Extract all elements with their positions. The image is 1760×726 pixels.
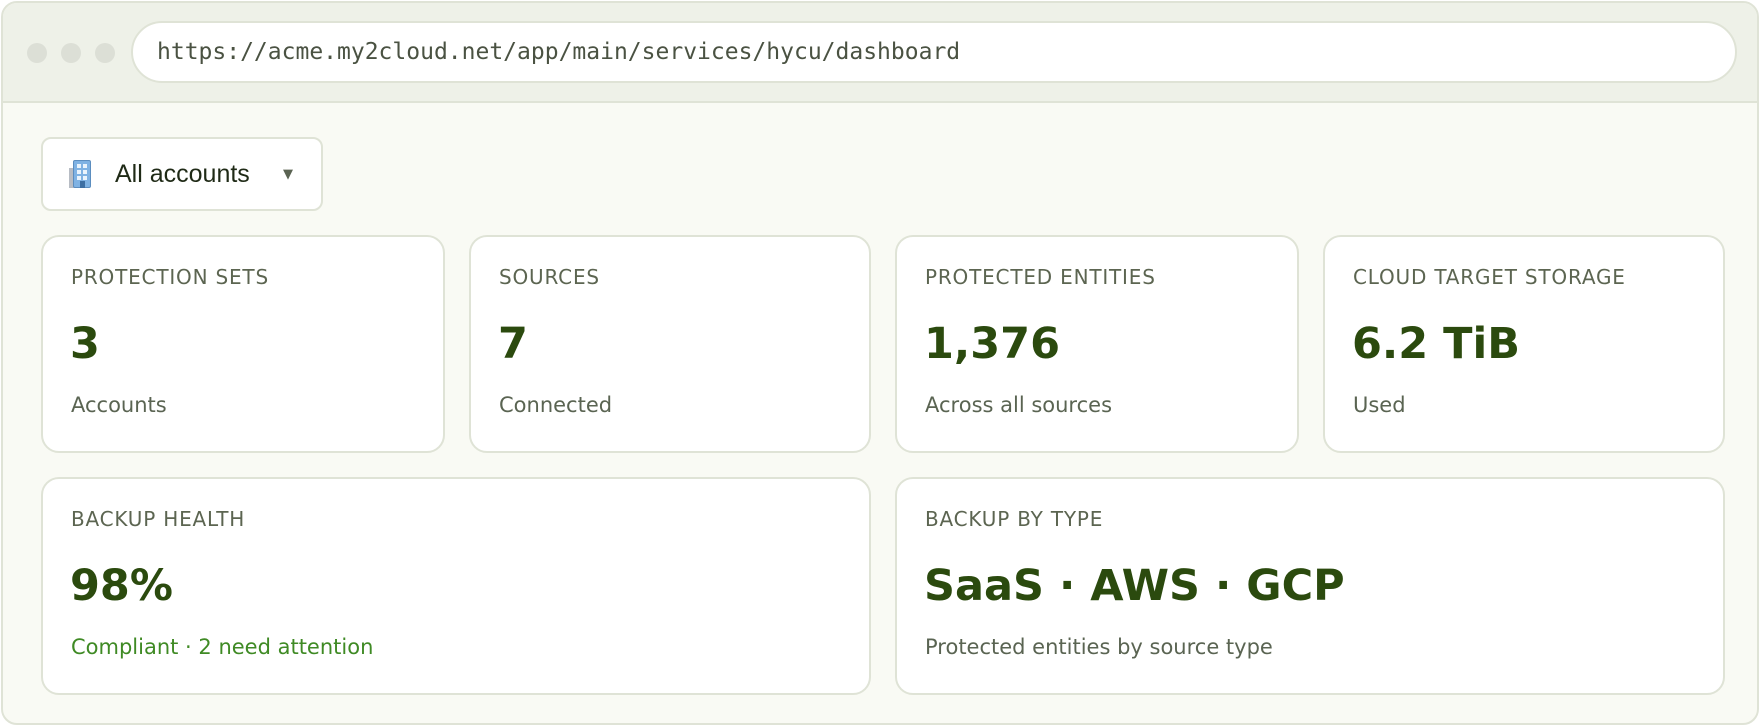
backup-health-card: BACKUP HEALTH 98% Compliant · 2 need att…	[41, 477, 871, 695]
backup-by-type-card: BACKUP BY TYPE SaaS · AWS · GCP Protecte…	[895, 477, 1725, 695]
card-label: CLOUD TARGET STORAGE	[1353, 265, 1626, 289]
card-subtext: Accounts	[71, 393, 167, 417]
card-label: BACKUP BY TYPE	[925, 507, 1104, 531]
health-status-text: Compliant · 2 need attention	[71, 635, 374, 659]
address-bar[interactable]: https://acme.my2cloud.net/app/main/servi…	[131, 21, 1737, 83]
cloud-target-storage-card: CLOUD TARGET STORAGE 6.2 TiB Used	[1323, 235, 1725, 453]
protected-entities-card: PROTECTED ENTITIES 1,376 Across all sour…	[895, 235, 1299, 453]
protection-sets-card: PROTECTION SETS 3 Accounts	[41, 235, 445, 453]
card-subtext: Connected	[499, 393, 613, 417]
card-value: 1,376	[924, 319, 1061, 369]
browser-chrome: https://acme.my2cloud.net/app/main/servi…	[3, 3, 1757, 103]
card-value: 7	[498, 319, 528, 369]
card-label: BACKUP HEALTH	[71, 507, 246, 531]
address-bar-url: https://acme.my2cloud.net/app/main/servi…	[157, 39, 961, 65]
window-control-dot[interactable]	[61, 43, 81, 63]
card-label: PROTECTED ENTITIES	[925, 265, 1156, 289]
card-subtext: Used	[1353, 393, 1406, 417]
browser-window: https://acme.my2cloud.net/app/main/servi…	[1, 1, 1759, 725]
window-control-dot[interactable]	[95, 43, 115, 63]
account-selector-label: All accounts	[115, 159, 250, 188]
card-value: 6.2 TiB	[1352, 319, 1520, 369]
sources-card: SOURCES 7 Connected	[469, 235, 871, 453]
card-value: 98%	[70, 561, 173, 611]
window-control-dot[interactable]	[27, 43, 47, 63]
card-label: PROTECTION SETS	[71, 265, 269, 289]
caret-down-icon: ▼	[283, 166, 293, 182]
account-selector-dropdown[interactable]: All accounts ▼	[41, 137, 323, 211]
card-value: 3	[70, 319, 100, 369]
card-subtext: Across all sources	[925, 393, 1113, 417]
building-icon	[69, 160, 95, 188]
card-label: SOURCES	[499, 265, 600, 289]
card-subtext: Protected entities by source type	[925, 635, 1273, 659]
card-value: SaaS · AWS · GCP	[924, 561, 1345, 611]
